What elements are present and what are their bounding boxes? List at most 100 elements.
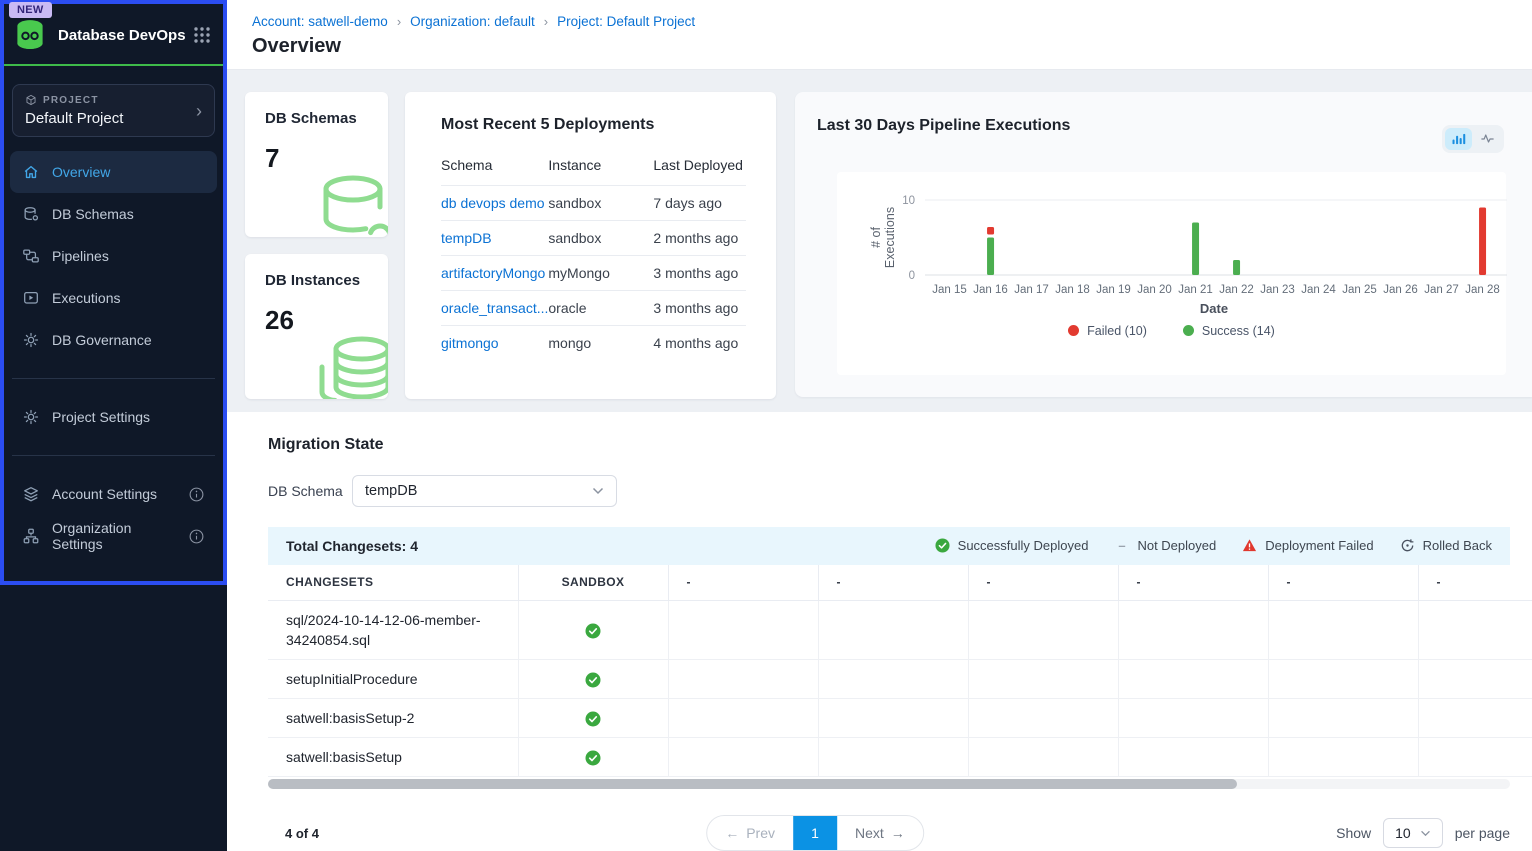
empty-cell xyxy=(968,699,1118,738)
last-deployed-cell: 7 days ago xyxy=(653,185,746,220)
breadcrumb-link[interactable]: Account: satwell-demo xyxy=(252,14,388,29)
sidebar-secondary-nav: Project Settings xyxy=(0,396,227,438)
status-legend-label: Rolled Back xyxy=(1423,538,1492,553)
page-size-value: 10 xyxy=(1395,825,1411,841)
stat-value: 7 xyxy=(265,143,388,174)
stat-value: 26 xyxy=(265,305,388,336)
pipeline-executions-panel: Last 30 Days Pipeline Executions 010# of… xyxy=(795,92,1532,397)
warning-triangle-icon xyxy=(1242,538,1257,553)
sidebar-item-overview[interactable]: Overview xyxy=(10,151,217,193)
schema-link[interactable]: tempDB xyxy=(441,230,492,246)
last-deployed-cell: 2 months ago xyxy=(653,220,746,255)
home-icon xyxy=(22,163,40,181)
sidebar-item-label: Overview xyxy=(52,164,110,180)
sidebar-item-db-governance[interactable]: DB Governance xyxy=(10,319,217,361)
db-schema-select[interactable]: tempDB xyxy=(352,475,617,507)
recent-deployments-table: SchemaInstanceLast Deployed db devops de… xyxy=(441,146,746,360)
svg-text:Jan 26: Jan 26 xyxy=(1383,284,1418,296)
sidebar-item-label: Project Settings xyxy=(52,409,150,425)
per-page-label: per page xyxy=(1455,825,1510,841)
status-legend-item: –Not Deployed xyxy=(1114,538,1216,553)
chart-legend-item-success[interactable]: Success (14) xyxy=(1183,324,1275,338)
schema-link[interactable]: db devops demo xyxy=(441,195,545,211)
deployment-row: gitmongomongo4 months ago xyxy=(441,325,746,360)
sidebar-item-organization-settings[interactable]: Organization Settings xyxy=(10,515,217,557)
changeset-name-cell: sql/2024-10-14-12-06-member-34240854.sql xyxy=(268,601,518,660)
svg-text:Jan 15: Jan 15 xyxy=(932,284,967,296)
changesets-header-bar: Total Changesets: 4 Successfully Deploye… xyxy=(268,527,1510,565)
sidebar-item-label: Account Settings xyxy=(52,486,157,502)
changesets-column-header: CHANGESETS xyxy=(268,565,518,601)
schema-link[interactable]: gitmongo xyxy=(441,335,499,351)
status-legend-label: Not Deployed xyxy=(1137,538,1216,553)
changesets-column-header: - xyxy=(1118,565,1268,601)
stat-title: DB Instances xyxy=(265,272,388,289)
changesets-column-header: - xyxy=(968,565,1118,601)
current-page-button[interactable]: 1 xyxy=(793,815,837,851)
page-size-select[interactable]: 10 xyxy=(1383,818,1443,848)
last-deployed-cell: 3 months ago xyxy=(653,290,746,325)
status-legend-label: Successfully Deployed xyxy=(958,538,1089,553)
sidebar-item-db-schemas[interactable]: DB Schemas xyxy=(10,193,217,235)
horizontal-scrollbar-thumb[interactable] xyxy=(268,779,1237,789)
arrow-left-icon: ← xyxy=(725,825,739,841)
changesets-column-header: - xyxy=(1418,565,1532,601)
app-title: Database DevOps xyxy=(58,27,186,44)
pager: ←Prev 1 Next→ xyxy=(706,815,924,851)
chart-legend-item-failed[interactable]: Failed (10) xyxy=(1068,324,1147,338)
instance-cell: sandbox xyxy=(548,185,653,220)
empty-cell xyxy=(668,699,818,738)
prev-page-button[interactable]: ←Prev xyxy=(707,815,793,851)
instance-cell: oracle xyxy=(548,290,653,325)
bar-chart-icon[interactable] xyxy=(1445,128,1472,150)
project-selector[interactable]: PROJECT Default Project › xyxy=(12,84,215,137)
schema-link[interactable]: artifactoryMongo xyxy=(441,265,545,281)
migration-state-section: Migration State DB Schema tempDB Total C… xyxy=(227,412,1532,851)
empty-cell xyxy=(968,601,1118,660)
empty-cell xyxy=(668,660,818,699)
line-chart-icon[interactable] xyxy=(1474,128,1501,150)
chart-legend: Failed (10) Success (14) xyxy=(837,324,1506,338)
app-root: NEW Database DevOps PROJECT Default xyxy=(0,0,1532,851)
db-schema-row: DB Schema tempDB xyxy=(268,475,1532,507)
svg-text:10: 10 xyxy=(902,195,915,207)
sidebar-item-account-settings[interactable]: Account Settings xyxy=(10,473,217,515)
check-circle-icon xyxy=(585,671,601,687)
changeset-row: satwell:basisSetup xyxy=(268,738,1532,777)
empty-cell xyxy=(818,738,968,777)
app-switcher-grid-icon[interactable] xyxy=(193,26,211,44)
db-schema-selected-value: tempDB xyxy=(365,483,592,499)
info-icon[interactable] xyxy=(188,528,205,545)
sidebar-item-label: Organization Settings xyxy=(52,520,176,552)
empty-cell xyxy=(1268,660,1418,699)
changesets-column-header: - xyxy=(668,565,818,601)
deployment-row: oracle_transact...oracle3 months ago xyxy=(441,290,746,325)
breadcrumb-separator-icon: › xyxy=(544,14,548,29)
empty-cell xyxy=(968,738,1118,777)
gear-icon xyxy=(22,331,40,349)
next-page-button[interactable]: Next→ xyxy=(837,815,923,851)
svg-text:Jan 25: Jan 25 xyxy=(1342,284,1377,296)
empty-cell xyxy=(1268,699,1418,738)
db-schema-label: DB Schema xyxy=(268,483,352,499)
breadcrumb-link[interactable]: Project: Default Project xyxy=(557,14,695,29)
sandbox-status-cell xyxy=(518,660,668,699)
chevron-down-icon xyxy=(1420,830,1431,837)
schema-link[interactable]: oracle_transact... xyxy=(441,300,548,316)
instance-cell: mongo xyxy=(548,325,653,360)
empty-cell xyxy=(1118,601,1268,660)
show-label: Show xyxy=(1336,825,1371,841)
sidebar-item-pipelines[interactable]: Pipelines xyxy=(10,235,217,277)
legend-dot-icon xyxy=(1183,325,1194,336)
status-legend: Successfully Deployed–Not DeployedDeploy… xyxy=(935,538,1492,553)
sidebar-item-project-settings[interactable]: Project Settings xyxy=(10,396,217,438)
sidebar-item-executions[interactable]: Executions xyxy=(10,277,217,319)
breadcrumb-link[interactable]: Organization: default xyxy=(410,14,535,29)
dash-icon: – xyxy=(1114,538,1129,553)
deployment-row: artifactoryMongomyMongo3 months ago xyxy=(441,255,746,290)
pagination-bar: 4 of 4 ←Prev 1 Next→ Show 10 per page xyxy=(268,815,1510,851)
chart-type-toggle xyxy=(1442,125,1504,153)
empty-cell xyxy=(668,601,818,660)
info-icon[interactable] xyxy=(188,486,205,503)
horizontal-scrollbar-track[interactable] xyxy=(268,779,1510,789)
